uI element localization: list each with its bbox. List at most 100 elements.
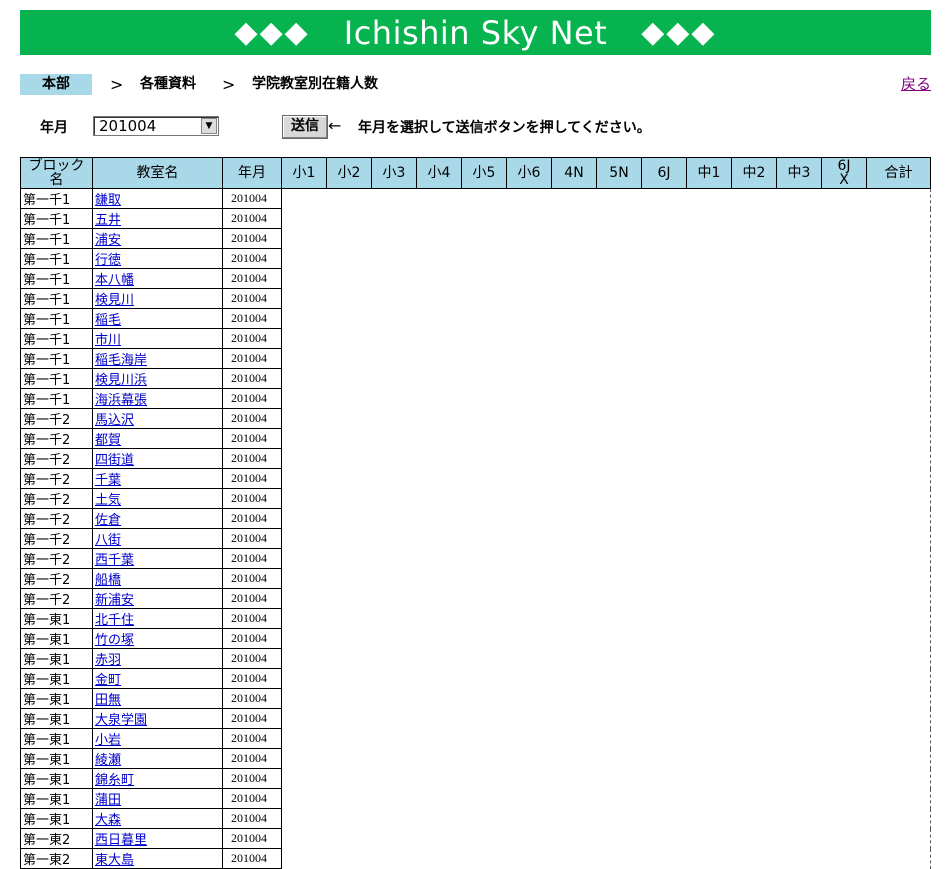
count-cell [822,729,867,749]
classroom-link[interactable]: 四街道 [95,453,134,468]
count-cell [597,729,642,749]
classroom-cell: 八街 [92,528,223,549]
count-cell [462,849,507,869]
classroom-link[interactable]: 本八幡 [95,273,134,288]
classroom-link[interactable]: 金町 [95,673,121,688]
year-month-cell: 201004 [222,528,282,549]
back-link[interactable]: 戻る [901,74,931,95]
classroom-link[interactable]: 綾瀬 [95,753,121,768]
count-cell [507,609,552,629]
count-cell [866,508,931,529]
count-cell [552,849,597,869]
count-cell [866,328,931,349]
count-cell [327,309,372,329]
count-cell [462,549,507,569]
classroom-link[interactable]: 佐倉 [95,513,121,528]
month-select[interactable]: 201004 ▼ [93,116,219,136]
count-cell [372,829,417,849]
classroom-link[interactable]: 西千葉 [95,553,134,568]
count-cell [327,509,372,529]
classroom-link[interactable]: 稲毛 [95,313,121,328]
classroom-link[interactable]: 検見川 [95,293,134,308]
count-cell [822,609,867,629]
column-header: 中1 [686,157,732,189]
classroom-link[interactable]: 馬込沢 [95,413,134,428]
classroom-link[interactable]: 鎌取 [95,193,121,208]
count-cell [327,209,372,229]
classroom-link[interactable]: 西日暮里 [95,833,147,848]
count-cell [462,769,507,789]
count-cell [642,569,687,589]
classroom-link[interactable]: 稲毛海岸 [95,353,147,368]
classroom-link[interactable]: 都賀 [95,433,121,448]
count-cell [687,309,732,329]
count-cell [687,429,732,449]
classroom-link[interactable]: 土気 [95,493,121,508]
count-cell [866,568,931,589]
count-cell [687,709,732,729]
count-cell [597,529,642,549]
breadcrumb-level2: 学院教室別在籍人数 [252,76,378,92]
classroom-link[interactable]: 北千住 [95,613,134,628]
classroom-link[interactable]: 田無 [95,693,121,708]
classroom-link[interactable]: 千葉 [95,473,121,488]
count-cell [507,589,552,609]
block-name-cell: 第一千2 [20,528,93,549]
count-cell [417,509,462,529]
classroom-link[interactable]: 大森 [95,813,121,828]
count-cell [732,189,777,209]
classroom-link[interactable]: 八街 [95,533,121,548]
classroom-link[interactable]: 竹の塚 [95,633,134,648]
count-cell [822,529,867,549]
table-row: 第一千1 稲毛 201004 [20,308,931,329]
chevron-down-icon[interactable]: ▼ [201,118,217,134]
count-cell [552,749,597,769]
count-cell [327,529,372,549]
classroom-link[interactable]: 蒲田 [95,793,121,808]
classroom-link[interactable]: 検見川浜 [95,373,147,388]
classroom-link[interactable]: 海浜幕張 [95,393,147,408]
count-cell [462,629,507,649]
classroom-link[interactable]: 浦安 [95,233,121,248]
count-cell [732,829,777,849]
table-row: 第一千2 佐倉 201004 [20,508,931,529]
classroom-cell: 北千住 [92,608,223,629]
count-cell [777,249,822,269]
column-header: 小2 [326,157,372,189]
year-month-cell: 201004 [222,488,282,509]
classroom-link[interactable]: 五井 [95,213,121,228]
classroom-link[interactable]: 小岩 [95,733,121,748]
count-cell [282,409,327,429]
count-cell [732,609,777,629]
count-cell [462,449,507,469]
year-month-cell: 201004 [222,748,282,769]
classroom-link[interactable]: 市川 [95,333,121,348]
count-cell [777,209,822,229]
classroom-link[interactable]: 船橋 [95,573,121,588]
breadcrumb: 本部 > 各種資料 > 学院教室別在籍人数 戻る [20,74,931,96]
count-cell [822,509,867,529]
column-header: 年月 [222,157,282,189]
count-cell [507,349,552,369]
count-cell [372,569,417,589]
classroom-link[interactable]: 錦糸町 [95,773,134,788]
block-name-cell: 第一千1 [20,308,93,329]
count-cell [777,849,822,869]
count-cell [866,208,931,229]
count-cell [822,389,867,409]
count-cell [372,649,417,669]
count-cell [462,209,507,229]
count-cell [597,549,642,569]
classroom-link[interactable]: 新浦安 [95,593,134,608]
count-cell [732,769,777,789]
send-button[interactable]: 送信 [282,115,328,139]
count-cell [777,229,822,249]
breadcrumb-home[interactable]: 本部 [20,74,92,95]
count-cell [732,309,777,329]
count-cell [597,289,642,309]
count-cell [417,489,462,509]
classroom-link[interactable]: 大泉学園 [95,713,147,728]
classroom-link[interactable]: 行徳 [95,253,121,268]
count-cell [327,429,372,449]
classroom-link[interactable]: 赤羽 [95,653,121,668]
